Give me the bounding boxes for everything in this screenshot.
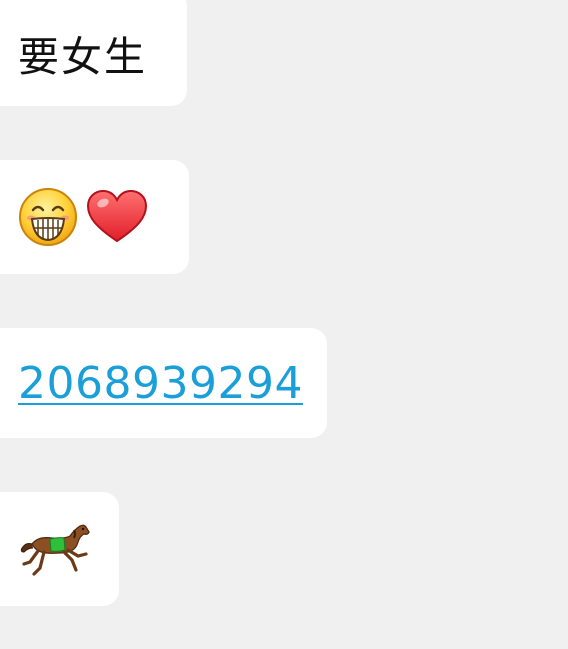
message-bubble[interactable]: 要女生	[0, 0, 187, 106]
qq-number-link[interactable]: 2068939294	[18, 358, 303, 409]
message-bubble[interactable]: 2068939294	[0, 328, 327, 438]
racing-horse-icon	[18, 518, 92, 580]
message-text: 要女生	[18, 33, 147, 81]
message-bubble[interactable]	[0, 160, 189, 274]
emoji-row	[18, 187, 148, 247]
chat-message-list[interactable]: 要女生 2068939294	[0, 0, 568, 649]
grinning-face-icon	[18, 187, 78, 247]
message-bubble[interactable]	[0, 492, 119, 606]
red-heart-icon	[86, 189, 148, 245]
